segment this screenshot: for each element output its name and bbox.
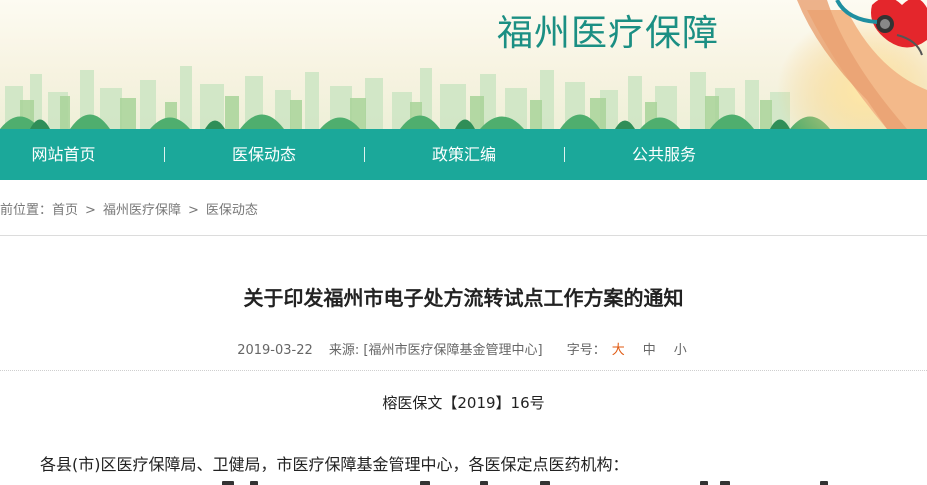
article-source: 来源: [福州市医疗保障基金管理中心] [328,343,543,358]
breadcrumb-prefix: 前位置： [0,203,53,218]
stethoscope-heart-hands-icon [777,0,927,129]
article-title: 关于印发福州市电子处方流转试点工作方案的通知 [243,286,684,310]
article-meta: 2019-03-22 来源: [福州市医疗保障基金管理中心] 字号： 大 中 小 [0,339,927,358]
breadcrumb-item-site[interactable]: 福州医疗保障 [103,203,181,218]
nav-separator [364,147,365,162]
main-nav: 网站首页 医保动态 政策汇编 公共服务 [0,129,927,180]
breadcrumb-item-home[interactable]: 首页 [52,203,78,218]
nav-item-news[interactable]: 医保动态 [200,129,328,180]
breadcrumb-separator: > [85,203,96,218]
font-size-label: 字号： [566,343,606,358]
cut-off-text-line [0,478,927,485]
nav-item-services[interactable]: 公共服务 [600,129,728,180]
nav-item-policies[interactable]: 政策汇编 [400,129,528,180]
breadcrumb: 前位置：首页 > 福州医疗保障 > 医保动态 [0,180,927,236]
font-size-small-button[interactable]: 小 [674,343,687,358]
publish-date: 2019-03-22 [237,343,313,358]
nav-item-home[interactable]: 网站首页 [0,129,127,180]
site-banner: 福州医疗保障 [0,0,927,129]
salutation-paragraph: 各县(市)区医疗保障局、卫健局，市医疗保障基金管理中心，各医保定点医药机构： [40,455,629,474]
nav-separator [564,147,565,162]
divider [0,370,927,371]
breadcrumb-separator: > [187,203,199,218]
site-title: 福州医疗保障 [497,13,720,54]
document-number: 榕医保文【2019】16号 [382,394,545,412]
nav-separator [164,147,165,162]
font-size-medium-button[interactable]: 中 [643,343,656,358]
breadcrumb-item-news[interactable]: 医保动态 [206,203,258,218]
font-size-large-button[interactable]: 大 [612,343,625,358]
